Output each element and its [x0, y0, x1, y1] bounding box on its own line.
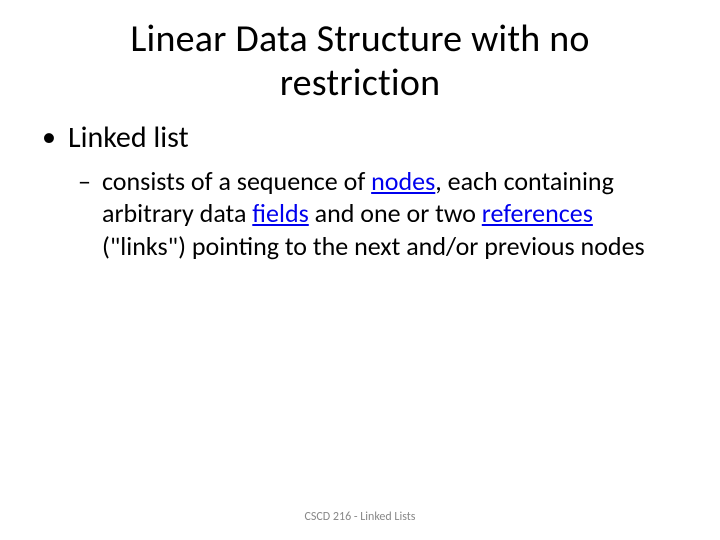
slide-footer: CSCD 216 - Linked Lists — [0, 510, 720, 524]
bullet-level-1: Linked list — [40, 119, 680, 157]
slide-title: Linear Data Structure with no restrictio… — [0, 0, 720, 105]
sub-text-pre: consists of a sequence of — [102, 165, 371, 197]
sub-text-post: ("links") pointing to the next and/or pr… — [102, 230, 645, 262]
title-line-2: restriction — [280, 60, 441, 106]
sub-text-mid2: and one or two — [309, 197, 482, 229]
bullet-level-2: consists of a sequence of nodes, each co… — [40, 165, 680, 263]
link-fields[interactable]: fields — [252, 197, 309, 229]
bullet-1-text: Linked list — [68, 119, 189, 156]
title-line-1: Linear Data Structure with no — [130, 16, 589, 62]
link-references[interactable]: references — [482, 197, 593, 229]
slide: Linear Data Structure with no restrictio… — [0, 0, 720, 540]
link-nodes[interactable]: nodes — [371, 165, 435, 197]
slide-body: Linked list consists of a sequence of no… — [0, 105, 720, 262]
